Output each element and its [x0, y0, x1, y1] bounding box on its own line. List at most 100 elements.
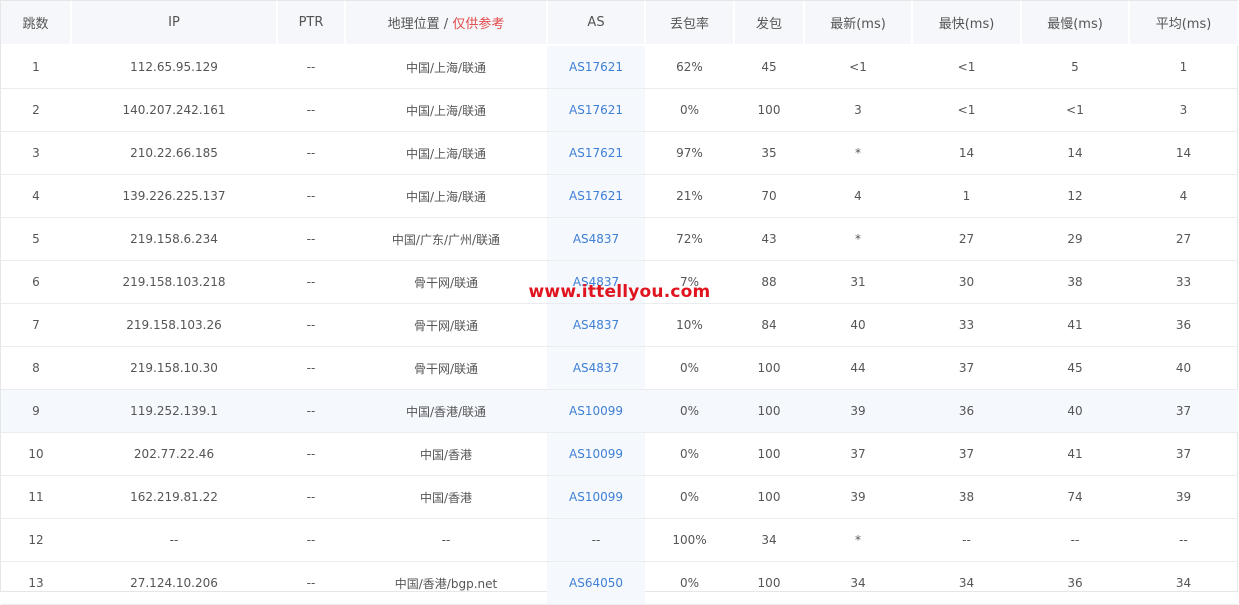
cell-as-link[interactable]: AS4837: [547, 260, 645, 304]
header-ip: IP: [71, 1, 278, 46]
cell-last: 37: [804, 432, 912, 476]
cell-geo: 中国/上海/联通: [345, 131, 547, 175]
header-geo-label: 地理位置 /: [387, 17, 453, 32]
cell-ip: 219.158.10.30: [71, 346, 277, 390]
cell-sent: 43: [734, 217, 804, 261]
cell-as-link[interactable]: AS4837: [547, 346, 645, 390]
header-best: 最快(ms): [912, 1, 1022, 46]
cell-ip: 112.65.95.129: [71, 45, 277, 89]
cell-hop: 9: [1, 389, 71, 433]
cell-worst: 14: [1021, 131, 1129, 175]
header-avg: 平均(ms): [1129, 1, 1239, 46]
cell-ip: 139.226.225.137: [71, 174, 277, 218]
header-worst: 最慢(ms): [1021, 1, 1130, 46]
cell-sent: 45: [734, 45, 804, 89]
cell-geo: 中国/香港: [345, 432, 547, 476]
cell-geo: --: [345, 518, 547, 562]
cell-hop: 12: [1, 518, 71, 562]
cell-best: 36: [912, 389, 1021, 433]
cell-sent: 70: [734, 174, 804, 218]
traceroute-table-container: 跳数 IP PTR 地理位置 / 仅供参考 AS 丢包率 发包 最新(ms) 最…: [0, 0, 1239, 605]
cell-ip: 219.158.6.234: [71, 217, 277, 261]
cell-worst: <1: [1021, 88, 1129, 132]
cell-last: 4: [804, 174, 912, 218]
cell-worst: 38: [1021, 260, 1129, 304]
cell-ptr: --: [277, 88, 345, 132]
cell-worst: 45: [1021, 346, 1129, 390]
cell-loss: 0%: [645, 389, 734, 433]
cell-avg: 3: [1129, 88, 1238, 132]
cell-as-link[interactable]: AS4837: [547, 303, 645, 347]
cell-sent: 100: [734, 389, 804, 433]
cell-last: 40: [804, 303, 912, 347]
cell-best: 38: [912, 475, 1021, 519]
cell-geo: 中国/上海/联通: [345, 45, 547, 89]
cell-as-link[interactable]: AS10099: [547, 432, 645, 476]
cell-as-link[interactable]: AS4837: [547, 217, 645, 261]
cell-avg: 14: [1129, 131, 1238, 175]
cell-geo: 中国/香港/联通: [345, 389, 547, 433]
cell-avg: 39: [1129, 475, 1238, 519]
cell-sent: 88: [734, 260, 804, 304]
cell-ip: 219.158.103.26: [71, 303, 277, 347]
cell-hop: 5: [1, 217, 71, 261]
header-loss: 丢包率: [645, 1, 735, 46]
table-row: 3 210.22.66.185 -- 中国/上海/联通 AS17621 97% 35 * 14 1…: [1, 131, 1238, 175]
cell-avg: 27: [1129, 217, 1238, 261]
cell-ptr: --: [277, 518, 345, 562]
table-row: 6 219.158.103.218 -- 骨干网/联通 AS4837 7% 88 31 30 38…: [1, 260, 1238, 304]
cell-best: 37: [912, 346, 1021, 390]
cell-as-link[interactable]: AS17621: [547, 88, 645, 132]
cell-hop: 4: [1, 174, 71, 218]
cell-ptr: --: [277, 346, 345, 390]
cell-ptr: --: [277, 45, 345, 89]
cell-avg: 37: [1129, 432, 1238, 476]
cell-best: 30: [912, 260, 1021, 304]
table-row: 7 219.158.103.26 -- 骨干网/联通 AS4837 10% 84 40 33 41…: [1, 303, 1238, 347]
table-row: 12 -- -- -- -- 100% 34 * -- -- --: [1, 518, 1238, 562]
cell-as-link[interactable]: AS64050: [547, 561, 645, 605]
cell-avg: 1: [1129, 45, 1238, 89]
cell-sent: 100: [734, 475, 804, 519]
cell-worst: 41: [1021, 303, 1129, 347]
table-header: 跳数 IP PTR 地理位置 / 仅供参考 AS 丢包率 发包 最新(ms) 最…: [1, 1, 1239, 46]
header-ptr: PTR: [277, 1, 346, 46]
cell-best: 27: [912, 217, 1021, 261]
cell-loss: 10%: [645, 303, 734, 347]
cell-hop: 8: [1, 346, 71, 390]
cell-loss: 0%: [645, 432, 734, 476]
cell-ip: 202.77.22.46: [71, 432, 277, 476]
cell-ip: 27.124.10.206: [71, 561, 277, 605]
cell-as-link[interactable]: AS17621: [547, 131, 645, 175]
cell-as-link[interactable]: AS10099: [547, 389, 645, 433]
cell-avg: 4: [1129, 174, 1238, 218]
cell-last: *: [804, 518, 912, 562]
cell-geo: 中国/香港: [345, 475, 547, 519]
cell-loss: 97%: [645, 131, 734, 175]
header-row: 跳数 IP PTR 地理位置 / 仅供参考 AS 丢包率 发包 最新(ms) 最…: [1, 1, 1239, 46]
cell-ptr: --: [277, 131, 345, 175]
cell-sent: 100: [734, 88, 804, 132]
cell-loss: 72%: [645, 217, 734, 261]
cell-as-link[interactable]: AS10099: [547, 475, 645, 519]
cell-ip: 219.158.103.218: [71, 260, 277, 304]
cell-sent: 100: [734, 432, 804, 476]
table-body: 1 112.65.95.129 -- 中国/上海/联通 AS17621 62% 45 <1 <1…: [1, 45, 1238, 605]
cell-ptr: --: [277, 475, 345, 519]
cell-worst: 41: [1021, 432, 1129, 476]
cell-geo: 中国/上海/联通: [345, 88, 547, 132]
cell-last: 39: [804, 389, 912, 433]
cell-loss: 62%: [645, 45, 734, 89]
cell-as-link[interactable]: AS17621: [547, 174, 645, 218]
cell-loss: 21%: [645, 174, 734, 218]
cell-as: --: [547, 518, 645, 562]
cell-last: <1: [804, 45, 912, 89]
table-row: 11 162.219.81.22 -- 中国/香港 AS10099 0% 100 39 38 74…: [1, 475, 1238, 519]
cell-as-link[interactable]: AS17621: [547, 45, 645, 89]
cell-geo: 中国/广东/广州/联通: [345, 217, 547, 261]
cell-sent: 100: [734, 346, 804, 390]
table-row: 5 219.158.6.234 -- 中国/广东/广州/联通 AS4837 72% 43 * 2…: [1, 217, 1238, 261]
cell-last: *: [804, 131, 912, 175]
cell-worst: 36: [1021, 561, 1129, 605]
cell-loss: 0%: [645, 88, 734, 132]
